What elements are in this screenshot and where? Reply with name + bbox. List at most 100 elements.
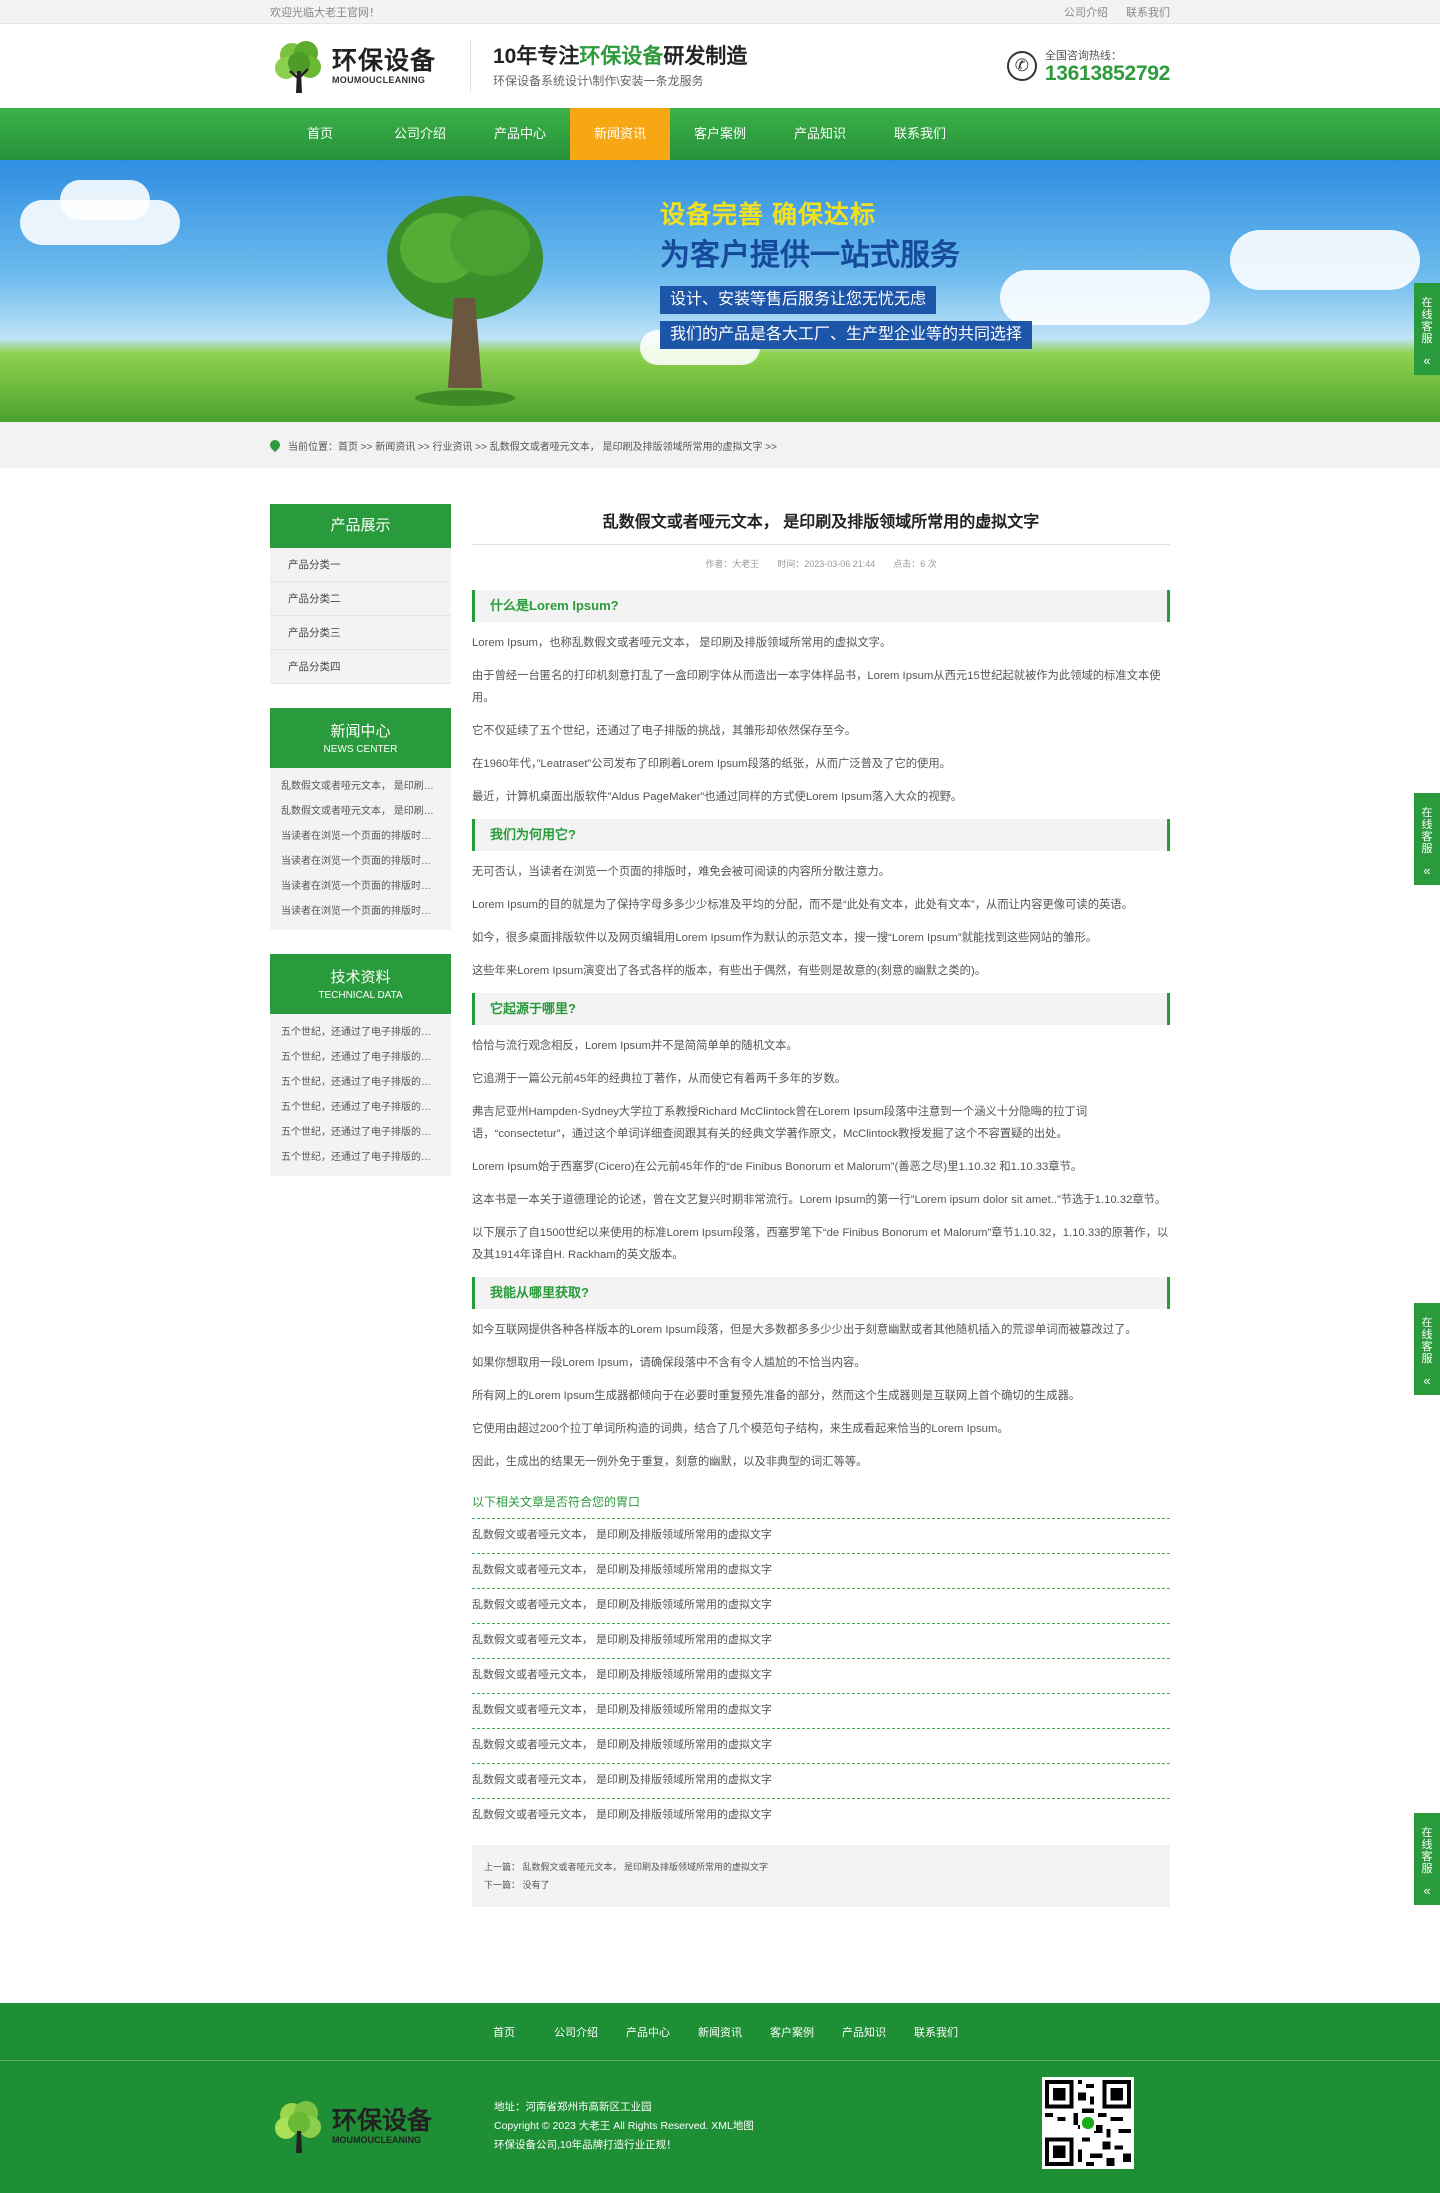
banner-line-3: 设计、安装等售后服务让您无忧无虑 (660, 286, 937, 314)
breadcrumb-text[interactable]: 当前位置：首页 >> 新闻资讯 >> 行业资讯 >> 乱数假文或者哑元文本， 是… (288, 438, 777, 453)
footer-logo-title: 环保设备 (332, 2107, 433, 2135)
product-category[interactable]: 产品分类二 (270, 582, 451, 616)
news-item[interactable]: 当读者在浏览一个页面的排版时，难免会被可阅读的内容所分散注意力 (270, 824, 451, 849)
tree-logo-icon (275, 41, 321, 93)
nav-home[interactable]: 首页 (270, 108, 370, 160)
section-heading: 我能从哪里获取? (472, 1277, 1170, 1309)
paragraph: Lorem Ipsum始于西塞罗(Cicero)在公元前45年作的“de Fin… (472, 1161, 1083, 1173)
nav-news[interactable]: 新闻资讯 (570, 108, 670, 160)
related-title: 以下相关文章是否符合您的胃口 (472, 1495, 641, 1509)
article-time: 时间：2023-03-06 21:44 (777, 559, 876, 569)
footer-nav-news[interactable]: 新闻资讯 (684, 2024, 756, 2040)
related-item[interactable]: 乱数假文或者哑元文本， 是印刷及排版领域所常用的虚拟文字 (472, 1693, 1170, 1728)
online-service-button[interactable]: 在线客服 « (1414, 1813, 1440, 1905)
nav-knowledge[interactable]: 产品知识 (770, 108, 870, 160)
news-title: 新闻中心 NEWS CENTER (270, 708, 451, 768)
footer-logo[interactable]: 环保设备 MOUMOUCLEANING (270, 2095, 474, 2157)
related-item[interactable]: 乱数假文或者哑元文本， 是印刷及排版领域所常用的虚拟文字 (472, 1518, 1170, 1553)
news-item[interactable]: 当读者在浏览一个页面的排版时，难免会被可阅读的内容所分散注意力 (270, 849, 451, 874)
news-box: 新闻中心 NEWS CENTER 乱数假文或者哑元文本， 是印刷及排版领域所常用… (270, 708, 451, 930)
footer-nav-about[interactable]: 公司介绍 (540, 2024, 612, 2040)
top-link-contact[interactable]: 联系我们 (1126, 4, 1170, 20)
paragraph: 以下展示了自1500世纪以来使用的标准Lorem Ipsum段落，西塞罗笔下“d… (472, 1227, 1169, 1261)
related-item[interactable]: 乱数假文或者哑元文本， 是印刷及排版领域所常用的虚拟文字 (472, 1658, 1170, 1693)
top-link-about[interactable]: 公司介绍 (1064, 4, 1108, 20)
footer-nav-knowledge[interactable]: 产品知识 (828, 2024, 900, 2040)
footer-logo-subtitle: MOUMOUCLEANING (332, 2135, 421, 2145)
tech-title-en: TECHNICAL DATA (318, 990, 403, 1001)
tech-item[interactable]: 五个世纪，还通过了电子排版的挑战，其雏形却依然保存至今 (270, 1020, 451, 1045)
sidebar: 产品展示 产品分类一 产品分类二 产品分类三 产品分类四 新闻中心 NEWS C… (270, 504, 451, 1200)
paragraph: Lorem Ipsum的目的就是为了保持字母多多少少标准及平均的分配，而不是“此… (472, 899, 1133, 911)
slogan: 10年专注环保设备研发制造 环保设备系统设计\制作\安装一条龙服务 (493, 43, 747, 89)
online-service-button[interactable]: 在线客服 « (1414, 283, 1440, 375)
news-item[interactable]: 乱数假文或者哑元文本， 是印刷及排版领域所常用的虚拟文字 (270, 774, 451, 799)
next-article-link[interactable]: 下一篇： 没有了 (484, 1876, 1158, 1894)
tech-title-cn: 技术资料 (330, 969, 391, 986)
hotline-label: 全国咨询热线： (1044, 50, 1122, 62)
logo[interactable]: 环保设备 MOUMOUCLEANING (270, 35, 470, 97)
footer-nav-products[interactable]: 产品中心 (612, 2024, 684, 2040)
header: 环保设备 MOUMOUCLEANING 10年专注环保设备研发制造 环保设备系统… (0, 24, 1440, 108)
top-bar: 欢迎光临大老王官网！ 公司介绍 联系我们 (0, 0, 1440, 24)
online-service-label: 在线客服 (1421, 1827, 1433, 1875)
welcome-text: 欢迎光临大老王官网！ (270, 7, 380, 19)
news-item[interactable]: 当读者在浏览一个页面的排版时，难免会被可阅读的内容所分散注意力 (270, 899, 451, 924)
wechat-qr-code-image (1042, 2077, 1134, 2169)
article-meta: 作者：大老王 时间：2023-03-06 21:44 点击：6 次 (472, 557, 1170, 570)
nav-cases[interactable]: 客户案例 (670, 108, 770, 160)
online-service-label: 在线客服 (1421, 807, 1433, 855)
slogan-suffix: 研发制造 (663, 45, 748, 68)
hotline: ✆ 全国咨询热线： 13613852792 (1006, 47, 1170, 85)
footer-nav-cases[interactable]: 客户案例 (756, 2024, 828, 2040)
divider (470, 40, 471, 92)
related-item[interactable]: 乱数假文或者哑元文本， 是印刷及排版领域所常用的虚拟文字 (472, 1798, 1170, 1833)
footer-nav-contact[interactable]: 联系我们 (900, 2024, 972, 2040)
footer-nav-home[interactable]: 首页 (468, 2024, 540, 2040)
paragraph: 恰恰与流行观念相反，Lorem Ipsum并不是简简单单的随机文本。 (472, 1040, 798, 1052)
footer-tagline: 环保设备公司,10年品牌打造行业正规！ (494, 2138, 677, 2151)
prev-article-link[interactable]: 上一篇： 乱数假文或者哑元文本， 是印刷及排版领域所常用的虚拟文字 (484, 1858, 1158, 1876)
related-item[interactable]: 乱数假文或者哑元文本， 是印刷及排版领域所常用的虚拟文字 (472, 1553, 1170, 1588)
product-category[interactable]: 产品分类一 (270, 548, 451, 582)
footer-copyright[interactable]: Copyright © 2023 大老王 All Rights Reserved… (494, 2117, 754, 2136)
nav-contact[interactable]: 联系我们 (870, 108, 970, 160)
related-item[interactable]: 乱数假文或者哑元文本， 是印刷及排版领域所常用的虚拟文字 (472, 1588, 1170, 1623)
paragraph: 由于曾经一台匿名的打印机刻意打乱了一盒印刷字体从而造出一本字体样品书，Lorem… (472, 670, 1161, 704)
hotline-number: 13613852792 (1044, 62, 1170, 85)
paragraph: Lorem Ipsum，也称乱数假文或者哑元文本， 是印刷及排版领域所常用的虚拟… (472, 637, 892, 649)
footer-info: 地址：河南省郑州市高新区工业园 Copyright © 2023 大老王 All… (494, 2098, 754, 2155)
main-nav: 首页 公司介绍 产品中心 新闻资讯 客户案例 产品知识 联系我们 (0, 108, 1440, 160)
paragraph: 如今互联网提供各种各样版本的Lorem Ipsum段落，但是大多数都多多少少出于… (472, 1324, 1137, 1336)
double-chevron-left-icon: « (1423, 353, 1431, 368)
slogan-sub: 环保设备系统设计\制作\安装一条龙服务 (493, 74, 704, 88)
footer-nav: 首页 公司介绍 产品中心 新闻资讯 客户案例 产品知识 联系我们 (0, 2003, 1440, 2061)
article-title: 乱数假文或者哑元文本， 是印刷及排版领域所常用的虚拟文字 (472, 504, 1170, 545)
nav-products[interactable]: 产品中心 (470, 108, 570, 160)
related-item[interactable]: 乱数假文或者哑元文本， 是印刷及排版领域所常用的虚拟文字 (472, 1728, 1170, 1763)
paragraph: 如今，很多桌面排版软件以及网页编辑用Lorem Ipsum作为默认的示范文本，搜… (472, 932, 1098, 944)
paragraph: 它使用由超过200个拉丁单词所构造的词典，结合了几个模范句子结构，来生成看起来恰… (472, 1423, 1009, 1435)
related-item[interactable]: 乱数假文或者哑元文本， 是印刷及排版领域所常用的虚拟文字 (472, 1763, 1170, 1798)
product-category[interactable]: 产品分类四 (270, 650, 451, 684)
online-service-button[interactable]: 在线客服 « (1414, 793, 1440, 885)
tech-item[interactable]: 五个世纪，还通过了电子排版的挑战，其雏形却依然保存至今 (270, 1045, 451, 1070)
nav-about[interactable]: 公司介绍 (370, 108, 470, 160)
banner-tree-image (387, 196, 543, 406)
news-item[interactable]: 乱数假文或者哑元文本， 是印刷及排版领域所常用的虚拟文字 (270, 799, 451, 824)
product-category[interactable]: 产品分类三 (270, 616, 451, 650)
online-service-button[interactable]: 在线客服 « (1414, 1303, 1440, 1395)
tech-item[interactable]: 五个世纪，还通过了电子排版的挑战，其雏形却依然保存至今 (270, 1120, 451, 1145)
tech-item[interactable]: 五个世纪，还通过了电子排版的挑战，其雏形却依然保存至今 (270, 1070, 451, 1095)
footer-address: 地址：河南省郑州市高新区工业园 (494, 2100, 652, 2113)
tech-item[interactable]: 五个世纪，还通过了电子排版的挑战，其雏形却依然保存至今 (270, 1095, 451, 1120)
slogan-highlight: 环保设备 (579, 45, 664, 68)
tech-item[interactable]: 五个世纪，还通过了电子排版的挑战，其雏形却依然保存至今 (270, 1145, 451, 1170)
online-service-label: 在线客服 (1421, 297, 1433, 345)
news-item[interactable]: 当读者在浏览一个页面的排版时，难免会被可阅读的内容所分散注意力 (270, 874, 451, 899)
article: 乱数假文或者哑元文本， 是印刷及排版领域所常用的虚拟文字 作者：大老王 时间：2… (472, 504, 1170, 1907)
paragraph: 它不仅延续了五个世纪，还通过了电子排版的挑战，其雏形却依然保存至今。 (472, 725, 857, 737)
news-title-cn: 新闻中心 (330, 723, 391, 740)
logo-subtitle: MOUMOUCLEANING (332, 75, 426, 85)
related-item[interactable]: 乱数假文或者哑元文本， 是印刷及排版领域所常用的虚拟文字 (472, 1623, 1170, 1658)
